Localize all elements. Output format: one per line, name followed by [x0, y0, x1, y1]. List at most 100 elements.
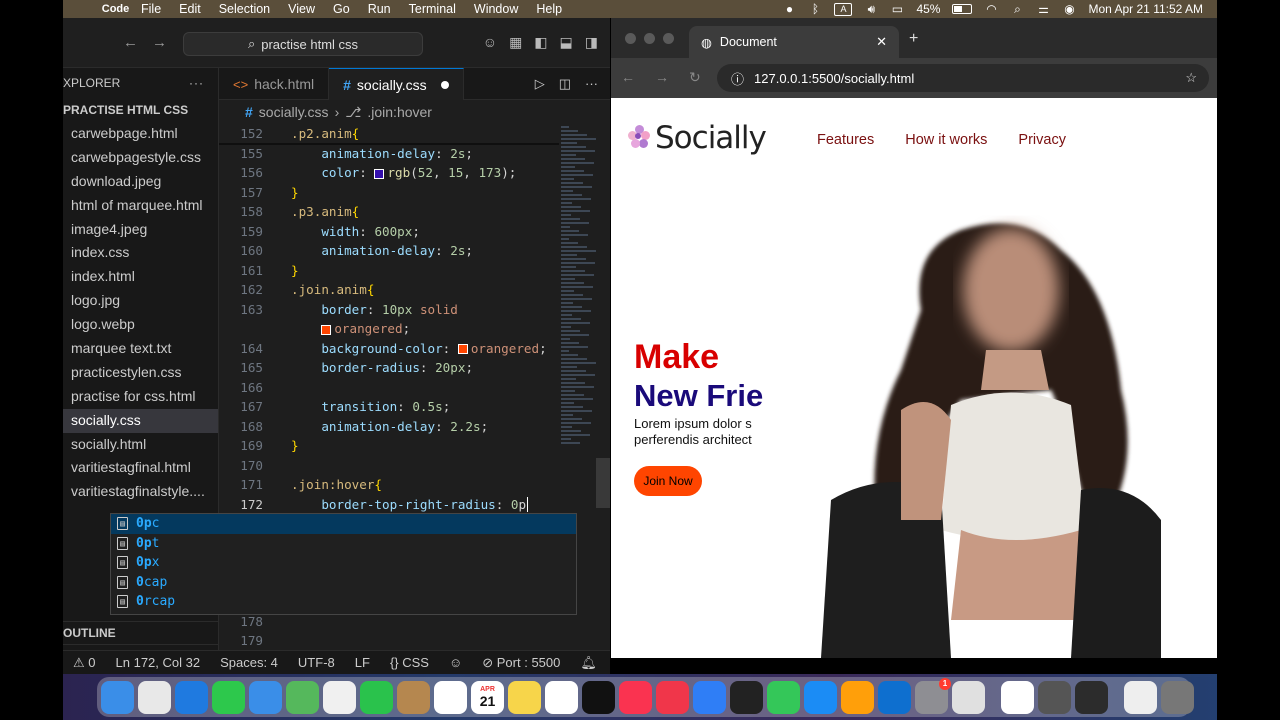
dock-terminal-icon[interactable] — [730, 680, 763, 714]
dock-launchpad-icon[interactable] — [138, 680, 171, 714]
volume-icon[interactable]: 🔊︎ — [864, 2, 878, 17]
toggle-panel-icon[interactable]: ⬓ — [560, 34, 573, 51]
back-button[interactable]: ← — [621, 69, 635, 86]
file-item[interactable]: logo.jpg — [63, 289, 218, 313]
menu-file[interactable]: File — [132, 2, 170, 16]
split-editor-icon[interactable]: ◫ — [559, 76, 571, 92]
dock-chrome-icon[interactable] — [1001, 680, 1034, 714]
new-tab-button[interactable]: + — [909, 30, 918, 48]
dock-mail-icon[interactable] — [249, 680, 282, 714]
bookmark-star-icon[interactable]: ☆ — [1185, 70, 1197, 86]
language-mode[interactable]: {} CSS — [380, 655, 439, 670]
dock-photos-icon[interactable] — [323, 680, 356, 714]
toggle-sidebar-icon[interactable]: ◧ — [534, 34, 547, 51]
dock-messages-icon[interactable] — [212, 680, 245, 714]
dock-safari-icon[interactable] — [175, 680, 208, 714]
forward-button[interactable]: → — [655, 69, 669, 86]
dock-notes-icon[interactable] — [508, 680, 541, 714]
siri-icon[interactable]: ◉ — [1062, 2, 1076, 16]
file-item[interactable]: logo.webp — [63, 313, 218, 337]
menubar-datetime[interactable]: Mon Apr 21 11:52 AM — [1088, 2, 1203, 16]
zoom-window-button[interactable] — [663, 33, 674, 44]
menu-terminal[interactable]: Terminal — [400, 2, 465, 16]
dock-calendar-icon[interactable]: APR 21 — [471, 680, 504, 714]
dock-keynote-icon[interactable] — [693, 680, 726, 714]
nav-features[interactable]: Features — [817, 132, 874, 148]
dock-facetime-icon[interactable] — [360, 680, 393, 714]
file-item[interactable]: socially.css — [63, 408, 218, 433]
close-tab-icon[interactable]: ✕ — [876, 34, 887, 50]
minimize-window-button[interactable] — [644, 33, 655, 44]
menu-run[interactable]: Run — [359, 2, 400, 16]
encoding[interactable]: UTF-8 — [288, 655, 345, 670]
dock-music-icon[interactable] — [619, 680, 652, 714]
unsaved-dot-icon[interactable] — [440, 80, 449, 89]
menu-go[interactable]: Go — [324, 2, 359, 16]
breadcrumb-symbol[interactable]: .join:hover — [367, 104, 432, 120]
layout-customize-icon[interactable]: ▦ — [509, 34, 522, 51]
nav-how-it-works[interactable]: How it works — [905, 132, 987, 148]
file-item[interactable]: html of marquee.html — [63, 194, 218, 218]
end-of-line[interactable]: LF — [345, 655, 380, 670]
site-info-icon[interactable]: ⓘ — [731, 69, 744, 88]
dock-script-editor-icon[interactable] — [952, 680, 985, 714]
file-item[interactable]: practise for css.html — [63, 385, 218, 409]
site-logo[interactable]: Socially — [627, 120, 767, 156]
dock-tv-icon[interactable] — [582, 680, 615, 714]
problems-indicator[interactable]: ⚠ 0 — [63, 655, 106, 671]
suggestion-item[interactable]: ▤ 0pc — [111, 514, 576, 534]
indentation[interactable]: Spaces: 4 — [210, 655, 288, 670]
browser-tab[interactable]: ◍ Document ✕ — [689, 26, 899, 58]
nav-privacy[interactable]: Privacy — [1018, 132, 1066, 148]
dock-quicktime-icon[interactable] — [1075, 680, 1108, 714]
close-window-button[interactable] — [625, 33, 636, 44]
file-item[interactable]: varitiestagfinalstyle.... — [63, 480, 218, 504]
suggestion-item[interactable]: ▤ 0px — [111, 553, 576, 573]
menu-selection[interactable]: Selection — [210, 2, 279, 16]
file-item[interactable]: carwebpage.html — [63, 122, 218, 146]
join-now-button[interactable]: Join Now — [634, 466, 702, 496]
file-item[interactable]: download.jpeg — [63, 170, 218, 194]
battery-icon[interactable] — [952, 4, 973, 14]
menu-help[interactable]: Help — [527, 2, 571, 16]
file-item[interactable]: socially.html — [63, 433, 218, 457]
dock-contacts-icon[interactable] — [397, 680, 430, 714]
dock-app-store-icon[interactable] — [804, 680, 837, 714]
dock-preview-icon[interactable] — [1124, 680, 1157, 714]
dock-finder-icon[interactable] — [101, 680, 134, 714]
more-actions-icon[interactable]: ··· — [189, 76, 204, 90]
file-item[interactable]: carwebpagestyle.css — [63, 146, 218, 170]
file-item[interactable]: image4.jpeg — [63, 218, 218, 242]
bluetooth-icon[interactable]: ᛒ — [808, 2, 822, 16]
dock-pages-icon[interactable] — [841, 680, 874, 714]
run-icon[interactable]: ▷ — [535, 76, 545, 92]
reload-button[interactable]: ↻ — [689, 69, 701, 86]
live-server-port[interactable]: ⊘ Port : 5500 — [472, 655, 570, 671]
workspace-folder[interactable]: PRACTISE HTML CSS — [63, 98, 218, 122]
tab-hack-html[interactable]: <> hack.html — [219, 68, 330, 100]
menu-edit[interactable]: Edit — [170, 2, 210, 16]
dock-trash-icon[interactable] — [1161, 680, 1194, 714]
dock-maps-icon[interactable] — [286, 680, 319, 714]
record-icon[interactable]: ● — [782, 2, 796, 16]
wifi-icon[interactable]: ◠ — [984, 2, 998, 16]
input-source-icon[interactable]: A — [834, 2, 853, 16]
more-actions-icon[interactable]: ··· — [585, 76, 598, 91]
dock-news-icon[interactable] — [656, 680, 689, 714]
nav-arrows[interactable]: ←→ — [123, 34, 181, 51]
notifications-bell-icon[interactable]: 🔔︎ — [570, 655, 607, 671]
command-center-search[interactable]: ⌕ practise html css — [183, 32, 423, 56]
dock-calculator-icon[interactable] — [1038, 680, 1071, 714]
dock-reminders-icon[interactable] — [434, 680, 467, 714]
screen-mirror-icon[interactable]: ▭ — [890, 2, 904, 16]
dock-numbers-icon[interactable] — [767, 680, 800, 714]
suggestion-item[interactable]: ▤ 0cap — [111, 573, 576, 593]
minimap[interactable] — [561, 124, 601, 464]
menu-window[interactable]: Window — [465, 2, 527, 16]
editor-scrollbar[interactable] — [596, 458, 610, 508]
toggle-secondary-sidebar-icon[interactable]: ◨ — [585, 34, 598, 51]
file-item[interactable]: varitiestagfinal.html — [63, 456, 218, 480]
outline-section[interactable]: OUTLINE — [63, 621, 219, 643]
file-item[interactable]: marquee text.txt — [63, 337, 218, 361]
control-center-icon[interactable]: ⚌ — [1036, 2, 1050, 16]
